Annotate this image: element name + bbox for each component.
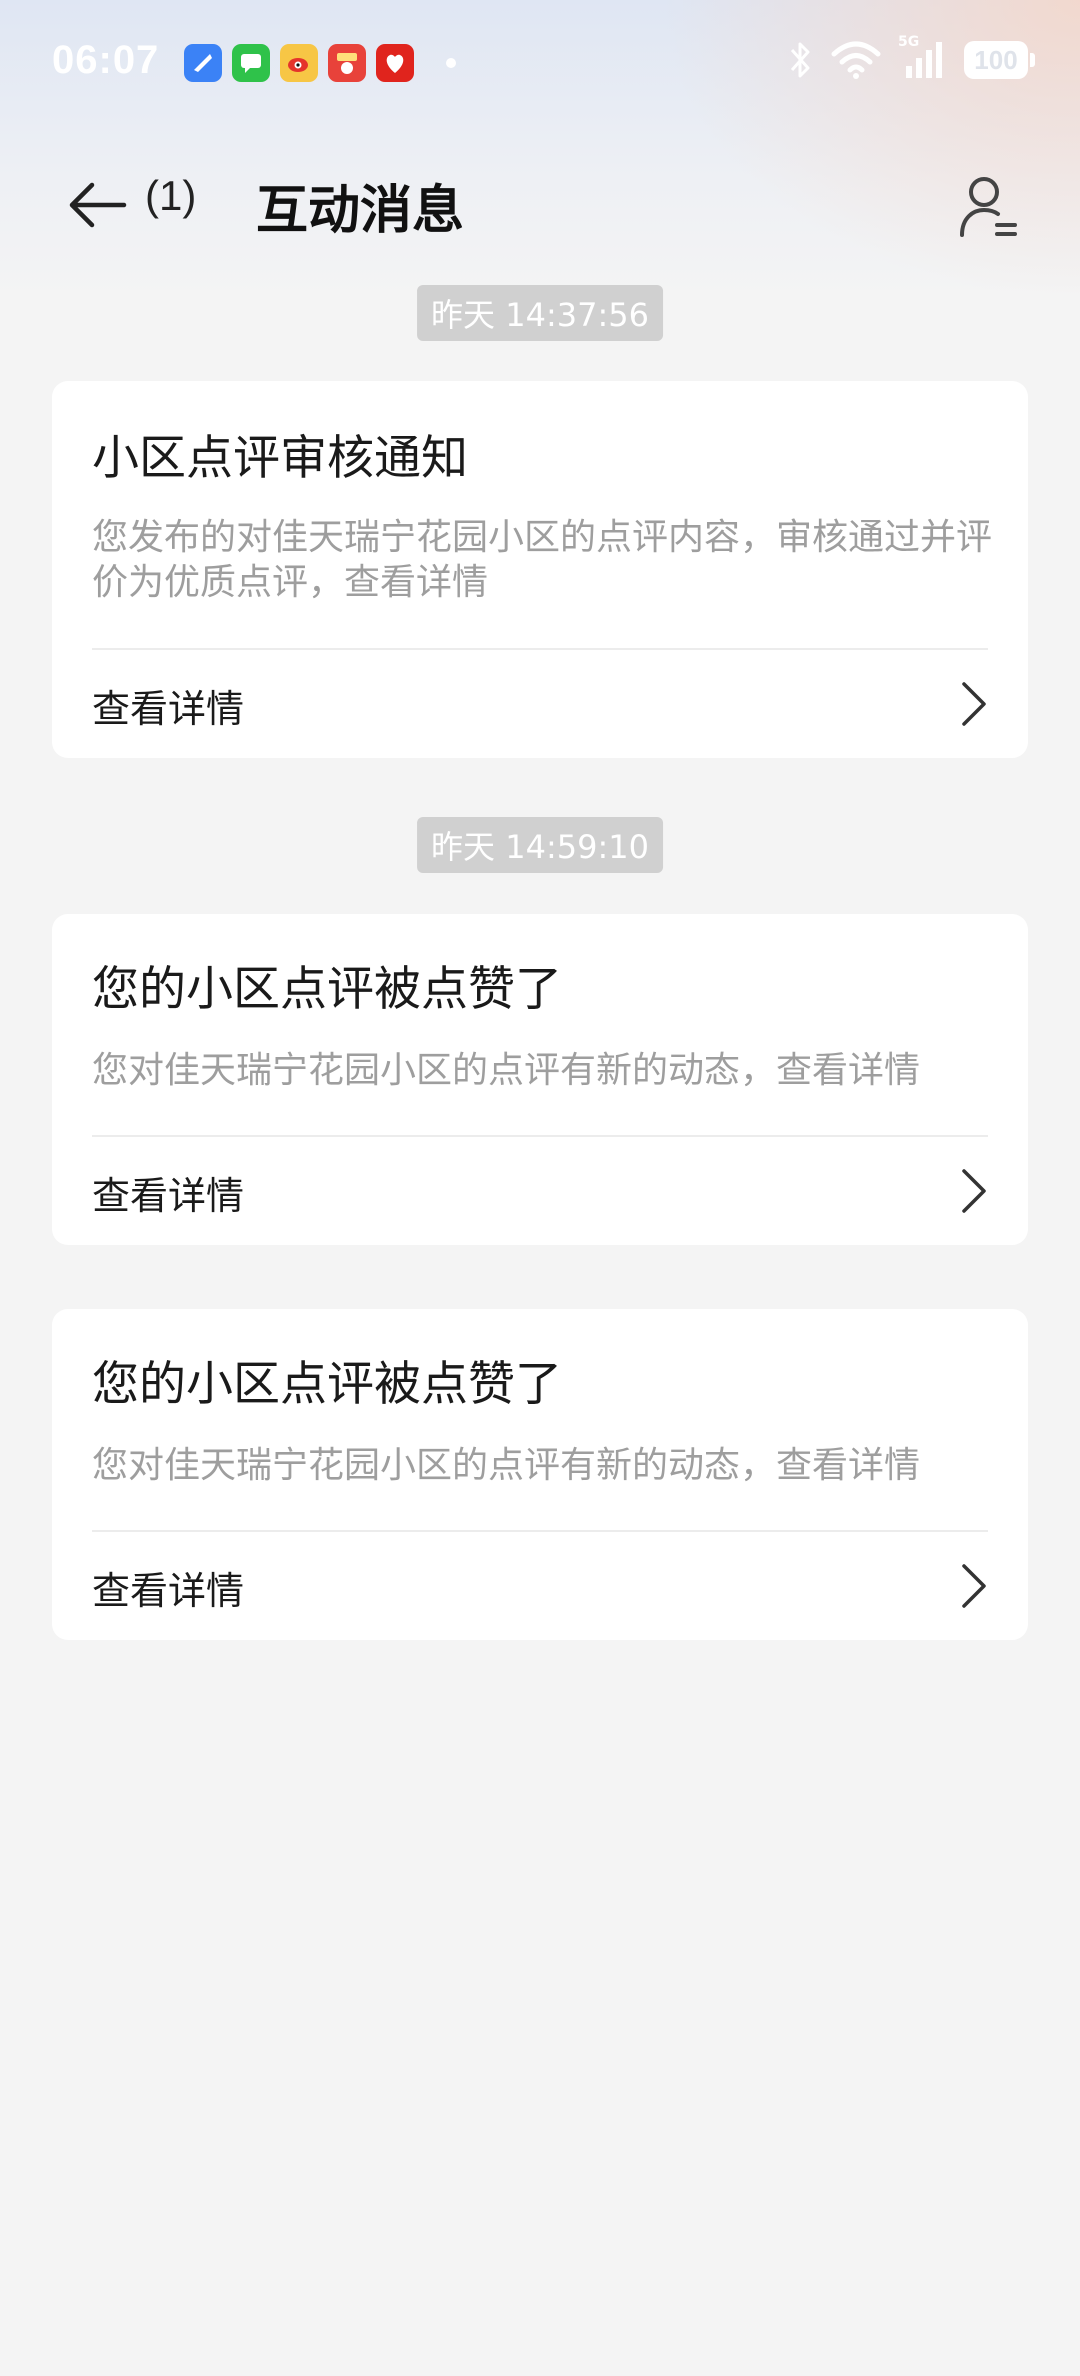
message-title: 小区点评审核通知 [92,431,468,486]
interaction-messages-page: 06:07 5G 100 (1) 互动消息 昨天 14:37:56 小区点评审核… [0,0,1080,2376]
pinduoduo-app-icon [376,44,414,82]
view-details-row[interactable]: 查看详情 [52,1532,1028,1640]
message-title: 您的小区点评被点赞了 [92,1357,562,1412]
chevron-right-icon [962,1169,986,1213]
top-navigation-bar: (1) 互动消息 [0,150,1080,260]
back-arrow-icon [69,182,127,228]
message-card-review-notice[interactable]: 小区点评审核通知 您发布的对佳天瑞宁花园小区的点评内容，审核通过并评价为优质点评… [52,381,1028,758]
messages-app-icon [232,44,270,82]
status-right-icons: 5G 100 [788,34,1035,80]
weibo-app-icon [280,44,318,82]
view-details-label: 查看详情 [92,687,245,731]
chevron-right-icon [962,682,986,726]
message-body: 您发布的对佳天瑞宁花园小区的点评内容，审核通过并评价为优质点评，查看详情 [92,517,993,603]
cellular-signal-icon: 5G [898,34,946,80]
message-body: 您对佳天瑞宁花园小区的点评有新的动态，查看详情 [92,1445,921,1486]
notification-icons [184,44,456,82]
message-timestamp: 昨天 14:59:10 [417,817,663,873]
message-title: 您的小区点评被点赞了 [92,962,562,1017]
chevron-right-icon [962,1564,986,1608]
view-details-label: 查看详情 [92,1174,245,1218]
user-settings-button[interactable] [950,168,1026,244]
unread-count[interactable]: (1) [145,172,196,220]
more-notifications-dot [446,58,456,68]
page-title: 互动消息 [256,181,465,241]
message-card-like-1[interactable]: 您的小区点评被点赞了 您对佳天瑞宁花园小区的点评有新的动态，查看详情 查看详情 [52,914,1028,1245]
view-details-row[interactable]: 查看详情 [52,1137,1028,1245]
wifi-icon [831,41,881,79]
battery-indicator: 100 [964,41,1035,79]
message-card-like-2[interactable]: 您的小区点评被点赞了 您对佳天瑞宁花园小区的点评有新的动态，查看详情 查看详情 [52,1309,1028,1640]
game-app-icon [328,44,366,82]
status-time: 06:07 [52,38,160,82]
message-timestamp: 昨天 14:37:56 [417,285,663,341]
browser-app-icon [184,44,222,82]
user-list-icon [960,177,1017,237]
bluetooth-icon [790,42,810,78]
view-details-label: 查看详情 [92,1569,245,1613]
status-bar: 06:07 5G 100 [0,0,1080,128]
message-body: 您对佳天瑞宁花园小区的点评有新的动态，查看详情 [92,1050,921,1091]
view-details-row[interactable]: 查看详情 [52,650,1028,758]
back-button[interactable] [62,170,132,240]
